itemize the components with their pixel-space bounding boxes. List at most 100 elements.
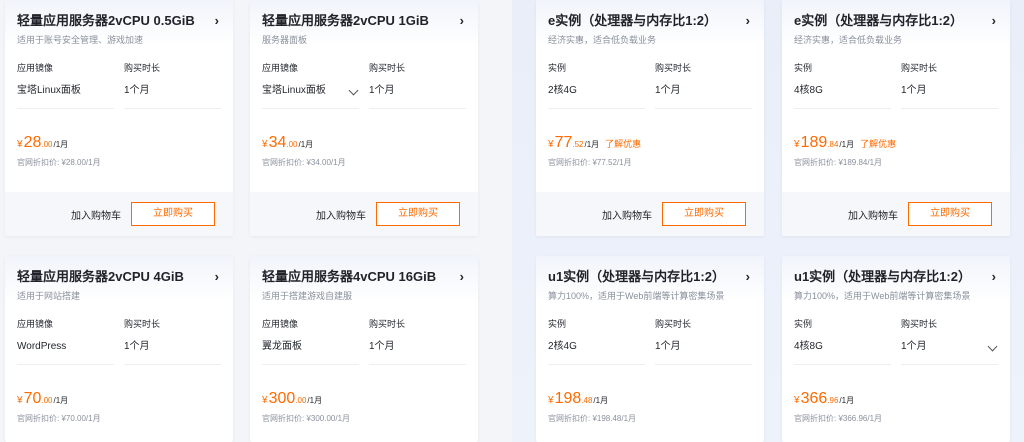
spec-label: 实例 bbox=[548, 63, 567, 73]
price-decimal: .48 bbox=[581, 396, 593, 405]
chevron-right-icon[interactable]: › bbox=[215, 12, 219, 30]
card-subtitle: 经济实惠，适合低负载业务 bbox=[794, 35, 903, 45]
card-header[interactable]: u1实例（处理器与内存比1:2） › 算力100%，适用于Web前端等计算密集场… bbox=[536, 256, 764, 302]
duration-select[interactable]: 1个月 bbox=[369, 84, 466, 109]
original-price: 官网折扣价: ¥300.00/1月 bbox=[262, 414, 351, 423]
price-integer: 77 bbox=[554, 134, 573, 151]
spec-row: 应用镜像 宝塔Linux面板 购买时长 1个月 bbox=[250, 62, 478, 109]
spec-row: 实例 2核4G 购买时长 1个月 bbox=[536, 62, 764, 109]
card-subtitle: 适用于网站搭建 bbox=[17, 291, 81, 301]
card-header[interactable]: 轻量应用服务器4vCPU 16GiB › 适用于搭建游戏自建服 bbox=[250, 256, 478, 302]
price-unit: /1月 bbox=[593, 396, 609, 405]
duration-select[interactable]: 1个月 bbox=[901, 340, 998, 365]
card-header[interactable]: 轻量应用服务器2vCPU 4GiB › 适用于网站搭建 bbox=[5, 256, 233, 302]
chevron-right-icon[interactable]: › bbox=[746, 268, 750, 286]
card-title: u1实例（处理器与内存比1:2） bbox=[794, 269, 971, 284]
card-header[interactable]: 轻量应用服务器2vCPU 0.5GiB › 适用于账号安全管理、游戏加速 bbox=[5, 0, 233, 46]
card-title: u1实例（处理器与内存比1:2） bbox=[548, 269, 725, 284]
currency-symbol: ¥ bbox=[548, 395, 554, 406]
spec-label: 购买时长 bbox=[655, 319, 692, 329]
price-decimal: .00 bbox=[286, 140, 298, 149]
price-decimal: .84 bbox=[827, 140, 839, 149]
spec-row: 应用镜像 翼龙面板 购买时长 1个月 bbox=[250, 318, 478, 365]
price-integer: 300 bbox=[268, 390, 296, 407]
chevron-down-icon bbox=[348, 85, 359, 96]
promo-link[interactable]: 了解优惠 bbox=[605, 137, 641, 150]
duration-select[interactable]: 1个月 bbox=[369, 340, 466, 365]
chevron-right-icon[interactable]: › bbox=[992, 268, 996, 286]
price-decimal: .00 bbox=[41, 140, 53, 149]
instance-select[interactable]: 4核8G bbox=[794, 84, 891, 109]
currency-symbol: ¥ bbox=[17, 139, 23, 150]
chevron-right-icon[interactable]: › bbox=[460, 12, 464, 30]
duration-select[interactable]: 1个月 bbox=[655, 84, 752, 109]
promo-link[interactable]: 了解优惠 bbox=[860, 137, 896, 150]
original-price: 官网折扣价: ¥77.52/1月 bbox=[548, 158, 632, 167]
spec-label: 应用镜像 bbox=[262, 319, 299, 329]
price-integer: 366 bbox=[800, 390, 828, 407]
price-unit: /1月 bbox=[839, 396, 855, 405]
price-integer: 28 bbox=[23, 134, 42, 151]
product-card: u1实例（处理器与内存比1:2） › 算力100%，适用于Web前端等计算密集场… bbox=[782, 256, 1010, 442]
original-price: 官网折扣价: ¥28.00/1月 bbox=[17, 158, 101, 167]
spec-row: 应用镜像 WordPress 购买时长 1个月 bbox=[5, 318, 233, 365]
instance-select[interactable]: 2核4G bbox=[548, 340, 645, 365]
add-to-cart-button[interactable]: 加入购物车 bbox=[848, 207, 898, 222]
add-to-cart-button[interactable]: 加入购物车 bbox=[71, 207, 121, 222]
card-header[interactable]: e实例（处理器与内存比1:2） › 经济实惠，适合低负载业务 bbox=[782, 0, 1010, 46]
price-block: ¥ 70 .00 /1月 官网折扣价: ¥70.00/1月 bbox=[5, 389, 233, 424]
price-integer: 198 bbox=[554, 390, 582, 407]
image-select[interactable]: 翼龙面板 bbox=[262, 340, 359, 365]
spec-row: 实例 2核4G 购买时长 1个月 bbox=[536, 318, 764, 365]
card-header[interactable]: u1实例（处理器与内存比1:2） › 算力100%，适用于Web前端等计算密集场… bbox=[782, 256, 1010, 302]
spec-row: 实例 4核8G 购买时长 1个月 bbox=[782, 318, 1010, 365]
buy-now-button[interactable]: 立即购买 bbox=[662, 202, 746, 226]
duration-select-value: 1个月 bbox=[901, 341, 927, 352]
spec-label: 购买时长 bbox=[655, 63, 692, 73]
price-integer: 34 bbox=[268, 134, 287, 151]
price-unit: /1月 bbox=[53, 140, 69, 149]
chevron-right-icon[interactable]: › bbox=[460, 268, 464, 286]
price-block: ¥ 77 .52 /1月 了解优惠 官网折扣价: ¥77.52/1月 bbox=[536, 133, 764, 168]
duration-select[interactable]: 1个月 bbox=[655, 340, 752, 365]
currency-symbol: ¥ bbox=[548, 139, 554, 150]
card-header[interactable]: 轻量应用服务器2vCPU 1GiB › 服务器面板 bbox=[250, 0, 478, 46]
price-decimal: .52 bbox=[572, 140, 584, 149]
spec-label: 实例 bbox=[548, 319, 567, 329]
card-title: 轻量应用服务器2vCPU 1GiB bbox=[262, 13, 429, 28]
price-integer: 189 bbox=[800, 134, 828, 151]
chevron-right-icon[interactable]: › bbox=[992, 12, 996, 30]
chevron-right-icon[interactable]: › bbox=[215, 268, 219, 286]
card-header[interactable]: e实例（处理器与内存比1:2） › 经济实惠，适合低负载业务 bbox=[536, 0, 764, 46]
price-unit: /1月 bbox=[839, 140, 855, 149]
price-unit: /1月 bbox=[53, 396, 69, 405]
original-price: 官网折扣价: ¥198.48/1月 bbox=[548, 414, 637, 423]
currency-symbol: ¥ bbox=[17, 395, 23, 406]
card-title: 轻量应用服务器2vCPU 4GiB bbox=[17, 269, 184, 284]
image-select[interactable]: 宝塔Linux面板 bbox=[17, 84, 114, 109]
price-block: ¥ 300 .00 /1月 官网折扣价: ¥300.00/1月 bbox=[250, 389, 478, 424]
add-to-cart-button[interactable]: 加入购物车 bbox=[602, 207, 652, 222]
instance-select[interactable]: 4核8G bbox=[794, 340, 891, 365]
duration-select[interactable]: 1个月 bbox=[901, 84, 998, 109]
instance-select[interactable]: 2核4G bbox=[548, 84, 645, 109]
duration-select[interactable]: 1个月 bbox=[124, 340, 221, 365]
product-card: 轻量应用服务器2vCPU 1GiB › 服务器面板 应用镜像 宝塔Linux面板… bbox=[250, 0, 478, 236]
card-subtitle: 适用于搭建游戏自建服 bbox=[262, 291, 353, 301]
price-integer: 70 bbox=[23, 390, 42, 407]
add-to-cart-button[interactable]: 加入购物车 bbox=[316, 207, 366, 222]
spec-label: 购买时长 bbox=[901, 319, 938, 329]
image-select[interactable]: WordPress bbox=[17, 340, 114, 365]
chevron-right-icon[interactable]: › bbox=[746, 12, 750, 30]
product-card: 轻量应用服务器4vCPU 16GiB › 适用于搭建游戏自建服 应用镜像 翼龙面… bbox=[250, 256, 478, 442]
image-select[interactable]: 宝塔Linux面板 bbox=[262, 84, 359, 109]
buy-now-button[interactable]: 立即购买 bbox=[131, 202, 215, 226]
card-title: e实例（处理器与内存比1:2） bbox=[548, 13, 718, 28]
buy-now-button[interactable]: 立即购买 bbox=[376, 202, 460, 226]
spec-row: 应用镜像 宝塔Linux面板 购买时长 1个月 bbox=[5, 62, 233, 109]
spec-label: 实例 bbox=[794, 319, 813, 329]
card-footer: 加入购物车 立即购买 bbox=[250, 192, 478, 236]
duration-select[interactable]: 1个月 bbox=[124, 84, 221, 109]
buy-now-button[interactable]: 立即购买 bbox=[908, 202, 992, 226]
product-card: 轻量应用服务器2vCPU 4GiB › 适用于网站搭建 应用镜像 WordPre… bbox=[5, 256, 233, 442]
